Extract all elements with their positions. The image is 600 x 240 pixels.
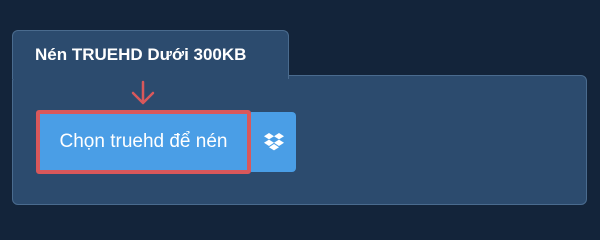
- tab-compress-truehd[interactable]: Nén TRUEHD Dưới 300KB: [12, 30, 289, 79]
- dropbox-button[interactable]: [251, 112, 296, 172]
- choose-file-label: Chọn truehd để nén: [59, 131, 228, 152]
- dropbox-icon: [263, 133, 284, 151]
- arrow-down-icon: [131, 80, 155, 105]
- tab-title: Nén TRUEHD Dưới 300KB: [35, 45, 247, 64]
- choose-file-button[interactable]: Chọn truehd để nén: [36, 110, 251, 174]
